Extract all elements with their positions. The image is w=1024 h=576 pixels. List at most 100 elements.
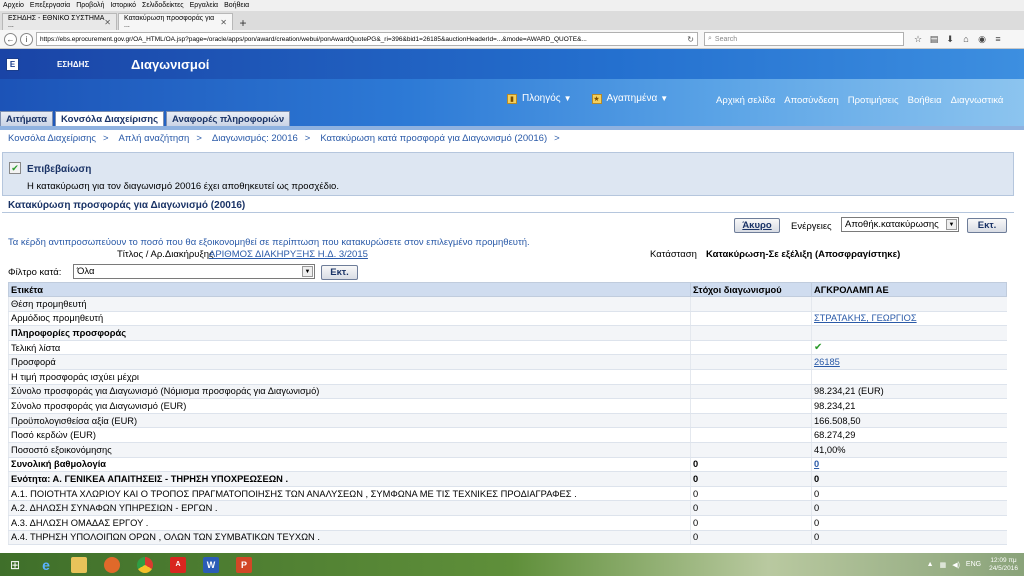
- menu-help[interactable]: Βοήθεια: [224, 2, 249, 9]
- esidis-logo-icon: Ε: [6, 58, 19, 71]
- tab-admin-console[interactable]: Κονσόλα Διαχείρισης: [55, 111, 165, 127]
- menu-edit[interactable]: Επεξεργασία: [30, 2, 70, 9]
- clock-date: 24/5/2016: [989, 564, 1018, 572]
- browser-tab-2[interactable]: Κατακύρωση προσφοράς για ... ✕: [118, 13, 233, 30]
- table-row: Α.4. ΤΗΡΗΣΗ ΥΠΟΛΟΙΠΩΝ ΟΡΩΝ , ΟΛΩΝ ΤΩΝ ΣΥ…: [8, 530, 1007, 546]
- actions-select[interactable]: Αποθήκ.κατακύρωσης ▼: [841, 217, 959, 232]
- confirmation-message: ✔ Επιβεβαίωση Η κατακύρωση για τον διαγω…: [2, 152, 1014, 196]
- row-label: Η τιμή προσφοράς ισχύει μέχρι: [8, 369, 691, 385]
- menu-tools[interactable]: Εργαλεία: [190, 2, 218, 9]
- row-value: 0: [811, 486, 1007, 502]
- info-icon[interactable]: i: [20, 32, 33, 46]
- menu-hamburger-icon[interactable]: ≡: [990, 34, 1006, 45]
- reading-list-icon[interactable]: ▤: [926, 34, 942, 45]
- search-input[interactable]: ⌕ Search: [704, 32, 904, 46]
- clock-time: 12:09 πμ: [990, 556, 1017, 564]
- table-row: Α.1. ΠΟΙΟΤΗΤΑ ΧΛΩΡΙΟΥ ΚΑΙ Ο ΤΡΟΠΟΣ ΠΡΑΓΜ…: [8, 486, 1007, 502]
- breadcrumb-simple-search[interactable]: Απλή αναζήτηση: [119, 133, 190, 144]
- new-tab-button[interactable]: +: [234, 16, 252, 30]
- row-label: Προϋπολογισθείσα αξία (EUR): [8, 413, 691, 429]
- row-target: [690, 340, 812, 356]
- menu-history[interactable]: Ιστορικό: [110, 2, 136, 9]
- row-value-link[interactable]: 0: [811, 457, 1007, 473]
- header-dropdowns: ▮ Πλοηγός ▼ ★ Αγαπημένα ▼: [507, 93, 688, 104]
- row-target: [690, 442, 812, 458]
- network-icon[interactable]: ▦: [940, 561, 947, 569]
- logout-link[interactable]: Αποσύνδεση: [784, 95, 839, 106]
- chrome-taskbar-icon[interactable]: [130, 555, 160, 575]
- filter-select[interactable]: Όλα ▼: [73, 264, 315, 279]
- app-tabs: Αιτήματα Κονσόλα Διαχείρισης Αναφορές πλ…: [0, 111, 292, 127]
- row-label: Α.2. ΔΗΛΩΣΗ ΣΥΝΑΦΩΝ ΥΠΗΡΕΣΙΩΝ - ΕΡΓΩΝ .: [8, 500, 691, 516]
- tab-requests[interactable]: Αιτήματα: [0, 111, 54, 127]
- sync-icon[interactable]: ◉: [974, 34, 990, 45]
- breadcrumb-award[interactable]: Κατακύρωση κατά προσφορά για Διαγωνισμό …: [320, 133, 547, 144]
- bookmark-star-icon[interactable]: ☆: [910, 34, 926, 45]
- table-row: Ποσοστό εξοικονόμησης 41,00%: [8, 442, 1007, 458]
- tab-underline: [0, 126, 1024, 130]
- firefox-taskbar-icon[interactable]: [97, 555, 127, 575]
- browser-tab-1[interactable]: ΕΣΗΔΗΣ - ΕΘΝΙΚΟ ΣΥΣΤΗΜΑ ... ✕: [2, 13, 117, 30]
- volume-icon[interactable]: ◀): [952, 561, 960, 569]
- column-header-targets: Στόχοι διαγωνισμού: [690, 282, 812, 297]
- actions-label: Ενέργειες: [791, 221, 832, 232]
- row-value-link[interactable]: ΣΤΡΑΤΑΚΗΣ, ΓΕΩΡΓΙΟΣ: [811, 311, 1007, 327]
- windows-start-icon[interactable]: ⊞: [2, 555, 28, 575]
- breadcrumb-auction[interactable]: Διαγωνισμός: 20016: [212, 133, 298, 144]
- app-header: Ε ΕΣΗΔΗΣ Διαγωνισμοί ▮ Πλοηγός ▼ ★ Αγαπη…: [0, 49, 1024, 127]
- tray-expand-icon[interactable]: ▲: [927, 561, 934, 568]
- search-placeholder: Search: [714, 35, 738, 43]
- row-value: 166.508,50: [811, 413, 1007, 429]
- home-icon[interactable]: ⌂: [958, 34, 974, 45]
- title-link[interactable]: ΑΡΙΘΜΟΣ ΔΙΑΚΗΡΥΞΗΣ Η.Δ. 3/2015: [209, 249, 368, 260]
- brand-name: ΕΣΗΔΗΣ: [57, 60, 90, 69]
- home-link[interactable]: Αρχική σελίδα: [716, 95, 775, 106]
- powerpoint-taskbar-icon[interactable]: P: [229, 555, 259, 575]
- menu-bookmarks[interactable]: Σελιδοδείκτες: [142, 2, 184, 9]
- checkmark-icon: ✔: [811, 340, 1007, 356]
- language-indicator[interactable]: ENG: [966, 561, 981, 568]
- row-target: 0: [690, 500, 812, 516]
- menu-file[interactable]: Αρχείο: [3, 2, 24, 9]
- row-value: 68.274,29: [811, 427, 1007, 443]
- table-body: Θέση προμηθευτή Αρμόδιος προμηθευτή ΣΤΡΑΤΑ…: [8, 296, 1007, 546]
- download-icon[interactable]: ⬇: [942, 34, 958, 45]
- url-bar[interactable]: https://ebs.eprocurement.gov.gr/OA_HTML/…: [36, 32, 698, 46]
- browser-tab-label: Κατακύρωση προσφοράς για ...: [124, 15, 215, 29]
- diagnostics-link[interactable]: Διαγνωστικά: [951, 95, 1004, 106]
- navigator-label: Πλοηγός: [522, 93, 561, 104]
- acrobat-taskbar-icon[interactable]: A: [163, 555, 193, 575]
- preferences-link[interactable]: Προτιμήσεις: [848, 95, 899, 106]
- row-label: Α.3. ΔΗΛΩΣΗ ΟΜΑΔΑΣ ΕΡΓΟΥ .: [8, 515, 691, 531]
- table-row: Συνολική βαθμολογία 0 0: [8, 457, 1007, 473]
- close-icon[interactable]: ✕: [220, 18, 227, 27]
- breadcrumb-admin-console[interactable]: Κονσόλα Διαχείρισης: [8, 133, 96, 144]
- brand-bar: Ε ΕΣΗΔΗΣ Διαγωνισμοί: [0, 49, 1024, 79]
- row-value: [811, 296, 1007, 312]
- word-taskbar-icon[interactable]: W: [196, 555, 226, 575]
- chevron-down-icon: ▼: [660, 94, 669, 103]
- close-icon[interactable]: ✕: [104, 18, 111, 27]
- row-target: [690, 413, 812, 429]
- navigator-dropdown[interactable]: ▮ Πλοηγός ▼: [507, 93, 572, 104]
- explorer-taskbar-icon[interactable]: [64, 555, 94, 575]
- chevron-down-icon: ▼: [302, 266, 313, 277]
- cancel-button[interactable]: Άκυρο: [734, 218, 780, 233]
- navigator-icon: ▮: [507, 93, 517, 104]
- row-value: [811, 325, 1007, 341]
- reload-icon[interactable]: ↻: [687, 35, 694, 44]
- actions-go-button[interactable]: Εκτ.: [967, 218, 1007, 233]
- row-target: 0: [690, 457, 812, 473]
- row-target: [690, 296, 812, 312]
- menu-view[interactable]: Προβολή: [76, 2, 104, 9]
- clock[interactable]: 12:09 πμ 24/5/2016: [989, 557, 1018, 573]
- ie-taskbar-icon[interactable]: e: [31, 555, 61, 575]
- tab-info-reports[interactable]: Αναφορές πληροφοριών: [166, 111, 291, 127]
- help-link[interactable]: Βοήθεια: [908, 95, 942, 106]
- row-value-link[interactable]: 26185: [811, 354, 1007, 370]
- favorites-dropdown[interactable]: ★ Αγαπημένα ▼: [591, 93, 669, 104]
- title-label: Τίτλος / Αρ.Διακήρυξης: [117, 249, 214, 260]
- row-label: Σύνολο προσφοράς για Διαγωνισμό (Νόμισμα…: [8, 384, 691, 400]
- back-icon[interactable]: ←: [4, 32, 17, 46]
- filter-go-button[interactable]: Εκτ.: [321, 265, 358, 280]
